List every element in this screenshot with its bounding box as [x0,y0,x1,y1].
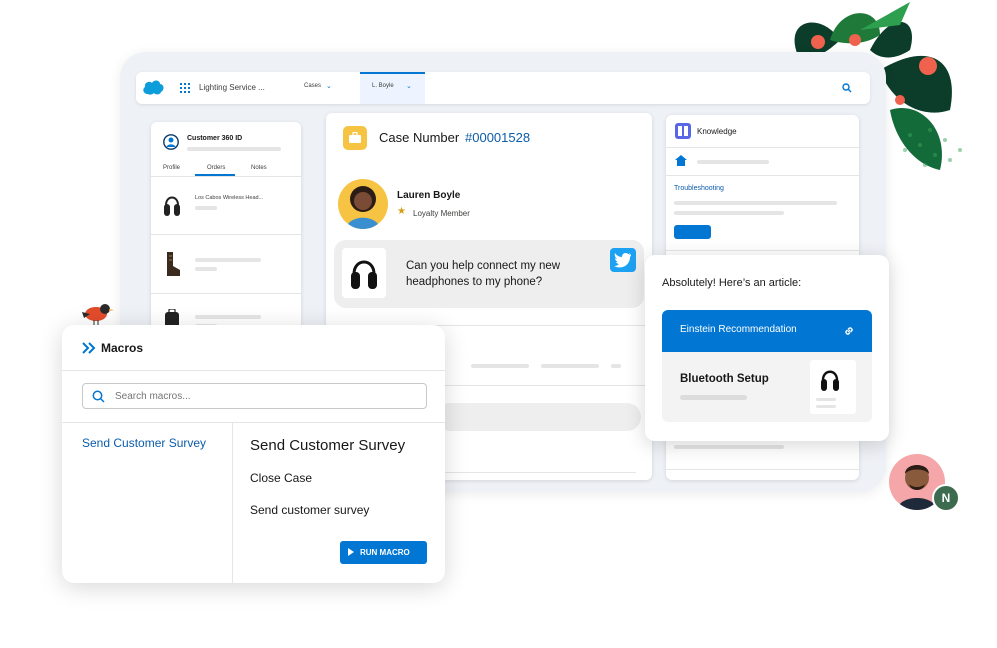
app-launcher-icon[interactable] [180,83,190,93]
customer-name[interactable]: Lauren Boyle [397,190,460,201]
macro-list-item-send-customer-survey[interactable]: Send Customer Survey [82,436,206,450]
article-intro: Absolutely! Here’s an article: [662,277,802,289]
macro-step: Send customer survey [250,503,370,517]
macro-search-box[interactable] [82,383,427,409]
search-icon[interactable] [842,83,852,93]
tab-cases[interactable]: Cases ⌄ [296,72,360,104]
einstein-recommendation-label: Einstein Recommendation [680,324,797,335]
einstein-recommendation-header[interactable]: Einstein Recommendation [662,310,872,352]
knowledge-icon [675,123,691,139]
person-photo-icon [346,186,380,229]
article-title: Bluetooth Setup [680,373,769,385]
briefcase-icon [349,132,361,143]
case-number-label: Case Number [379,130,460,145]
customer-tier: Loyalty Member [413,209,470,218]
customer-360-card: Customer 360 ID Profile Orders Notes Los… [151,122,301,342]
order-row[interactable] [151,236,301,294]
chevron-down-icon: ⌄ [406,83,412,90]
tab-orders[interactable]: Orders [207,165,225,171]
knowledge-title: Knowledge [697,127,737,136]
customer-id-icon [163,134,179,150]
reply-input[interactable] [436,403,641,431]
twitter-icon [610,248,636,272]
troubleshooting-link[interactable]: Troubleshooting [674,185,724,192]
top-navigation-bar: Lighting Service ... Cases ⌄ L. Boyle ⌄ [136,72,870,104]
article-reply-popup: Absolutely! Here’s an article: Einstein … [645,255,889,441]
case-icon [343,126,367,150]
macro-detail-title: Send Customer Survey [250,437,406,454]
agent-badge-letter: N [941,491,951,505]
customer-avatar [338,179,388,229]
run-macro-label: RUN MACRO [360,548,410,557]
article-icon [675,155,687,166]
article-document-thumbnail [810,360,856,414]
link-icon[interactable] [843,325,855,337]
headphones-icon [164,196,180,216]
macro-step: Close Case [250,471,313,485]
customer-360-title: Customer 360 ID [187,135,243,142]
tab-record-l-boyle[interactable]: L. Boyle ⌄ [360,72,425,104]
product-name: Los Cabos Wireless Head... [195,195,264,201]
headphones-icon [821,370,839,391]
macros-panel: Macros Send Customer Survey Send Custome… [62,325,445,583]
product-thumbnail [342,248,386,298]
headphones-icon [351,260,377,289]
app-name[interactable]: Lighting Service ... [199,83,265,92]
recommended-article[interactable]: Bluetooth Setup [662,352,872,422]
case-number-value[interactable]: #00001528 [465,130,530,145]
tab-record-label: L. Boyle [372,83,394,89]
customer-message: Can you help connect my new headphones t… [334,240,644,308]
macro-search-input[interactable] [115,388,415,404]
order-row[interactable]: Los Cabos Wireless Head... [151,177,301,235]
macros-title: Macros [101,341,144,355]
play-icon [348,548,354,556]
bird-decoration [82,304,114,326]
search-icon [92,390,105,403]
message-text: Can you help connect my new headphones t… [406,260,561,288]
knowledge-action-button[interactable] [674,225,711,239]
tab-cases-label: Cases [304,83,322,89]
chevron-down-icon: ⌄ [326,83,332,90]
tab-notes[interactable]: Notes [251,165,267,171]
salesforce-cloud-icon[interactable] [142,79,164,95]
chevron-double-right-icon [82,342,96,354]
loyalty-badge-icon: ★ [397,206,406,217]
run-macro-button[interactable]: RUN MACRO [340,541,427,564]
boot-icon [167,252,180,276]
tab-profile[interactable]: Profile [163,165,180,171]
agent-status-badge: N [932,484,960,512]
